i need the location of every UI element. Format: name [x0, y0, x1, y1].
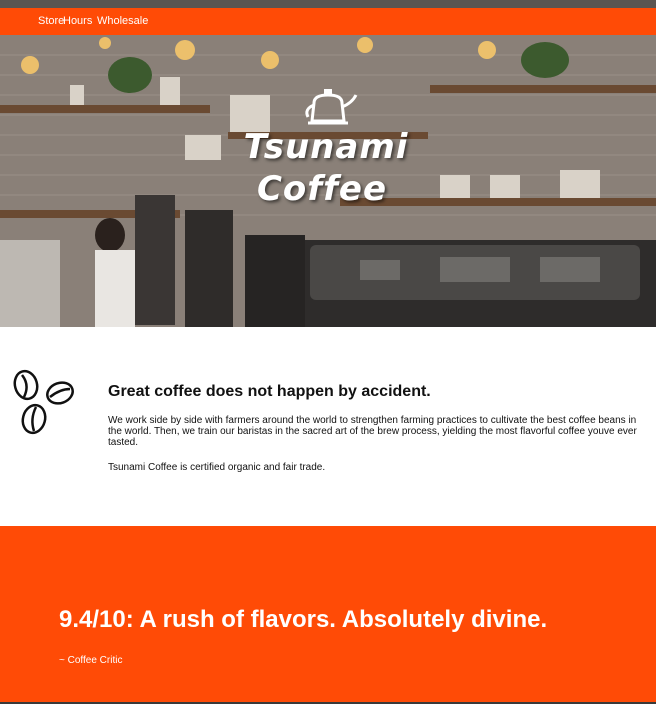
review-attribution: ~ Coffee Critic	[59, 655, 123, 666]
review-quote: 9.4/10: A rush of flavors. Absolutely di…	[59, 606, 548, 633]
hero-banner: Tsunami Coffee	[0, 35, 656, 327]
intro-paragraph: We work side by side with farmers around…	[108, 415, 637, 448]
certification-text: Tsunami Coffee is certified organic and …	[108, 462, 326, 473]
coffee-beans-icon	[13, 369, 74, 435]
nav-link-store[interactable]: Store	[38, 15, 64, 27]
top-edge	[0, 0, 656, 8]
kettle-icon	[305, 89, 358, 125]
review-section: 9.4/10: A rush of flavors. Absolutely di…	[0, 526, 656, 702]
nav-link-hours[interactable]: Hours	[63, 15, 92, 27]
brand-name-line2: Coffee	[256, 169, 387, 209]
brand-name-line1: Tsunami	[243, 127, 409, 167]
intro-heading: Great coffee does not happen by accident…	[108, 383, 431, 400]
nav-link-wholesale[interactable]: Wholesale	[97, 15, 148, 27]
top-nav: Store Hours Wholesale	[0, 8, 656, 35]
intro-section: Great coffee does not happen by accident…	[0, 327, 656, 526]
